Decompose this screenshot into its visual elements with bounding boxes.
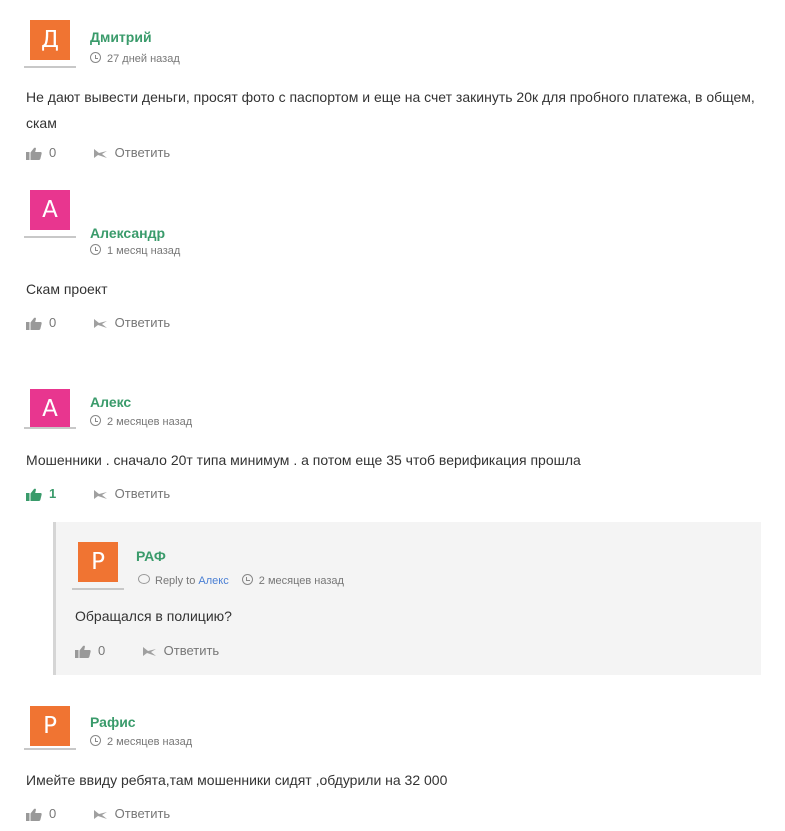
reply-to-link[interactable]: Алекс	[198, 575, 228, 587]
reply-button[interactable]: Ответить	[115, 145, 171, 160]
comment-author[interactable]: Александр	[90, 225, 165, 241]
reply-arrow-icon	[93, 149, 107, 159]
avatar[interactable]: Р	[78, 542, 118, 582]
reply-button[interactable]: Ответить	[115, 806, 171, 821]
reply-arrow-icon	[142, 647, 156, 657]
comment-meta: 1 месяц назад	[90, 243, 180, 257]
comment-author[interactable]: Дмитрий	[90, 29, 152, 45]
comment-time[interactable]: 1 месяц назад	[107, 245, 180, 257]
clock-icon	[90, 244, 101, 255]
reply-arrow-icon	[93, 810, 107, 820]
comment-text: Скам проект	[26, 281, 108, 297]
avatar-underline	[24, 427, 76, 429]
clock-icon	[90, 735, 101, 746]
thumbs-up-icon[interactable]	[26, 147, 42, 161]
avatar[interactable]: А	[30, 190, 70, 230]
comment-meta: 2 месяцев назад	[90, 734, 192, 748]
comment-actions: 0 Ответить	[26, 145, 171, 161]
comment-text: Обращался в полицию?	[75, 608, 232, 624]
comment-author[interactable]: РАФ	[136, 548, 166, 564]
reply-button[interactable]: Ответить	[115, 486, 171, 501]
comment-meta: Reply to Алекс 2 месяцев назад	[138, 573, 344, 587]
comment-time[interactable]: 2 месяцев назад	[259, 575, 344, 587]
like-count: 0	[49, 806, 57, 821]
avatar-underline	[24, 748, 76, 750]
thumbs-up-icon[interactable]	[26, 317, 42, 331]
thumbs-up-icon[interactable]	[26, 808, 42, 822]
comment-actions: 0 Ответить	[26, 806, 171, 822]
avatar-underline	[24, 236, 76, 238]
reply-button[interactable]: Ответить	[115, 315, 171, 330]
thumbs-up-icon[interactable]	[75, 645, 91, 659]
avatar-underline	[24, 66, 76, 68]
comment-text: Не дают вывести деньги, просят фото с па…	[26, 89, 755, 131]
comment-text: Мошенники . сначало 20т типа минимум . а…	[26, 452, 581, 468]
comment-actions: 0 Ответить	[75, 643, 220, 659]
comment-time[interactable]: 27 дней назад	[107, 53, 180, 65]
thumbs-up-icon[interactable]	[26, 488, 42, 502]
reply-arrow-icon	[93, 319, 107, 329]
clock-icon	[241, 574, 253, 585]
reply-button[interactable]: Ответить	[164, 643, 220, 658]
clock-icon	[90, 52, 101, 63]
speech-bubble-icon	[138, 574, 150, 584]
avatar[interactable]: Р	[30, 706, 70, 746]
reply-to-label: Reply to	[155, 575, 196, 587]
comment-actions: 0 Ответить	[26, 315, 171, 331]
like-count: 0	[98, 643, 106, 658]
clock-icon	[90, 415, 101, 426]
avatar[interactable]: Д	[30, 20, 70, 60]
comment-author[interactable]: Алекс	[90, 394, 131, 410]
comment-meta: 27 дней назад	[90, 51, 180, 65]
like-count: 0	[49, 315, 57, 330]
like-count: 0	[49, 145, 57, 160]
comment-time[interactable]: 2 месяцев назад	[107, 736, 192, 748]
like-count: 1	[49, 486, 57, 501]
comment-actions: 1 Ответить	[26, 486, 171, 502]
avatar-underline	[72, 588, 124, 590]
comment-time[interactable]: 2 месяцев назад	[107, 416, 192, 428]
reply-arrow-icon	[93, 490, 107, 500]
comment-author[interactable]: Рафис	[90, 714, 136, 730]
comment-meta: 2 месяцев назад	[90, 414, 192, 428]
comment-text: Имейте ввиду ребята,там мошенники сидят …	[26, 772, 448, 788]
avatar[interactable]: А	[30, 389, 70, 429]
